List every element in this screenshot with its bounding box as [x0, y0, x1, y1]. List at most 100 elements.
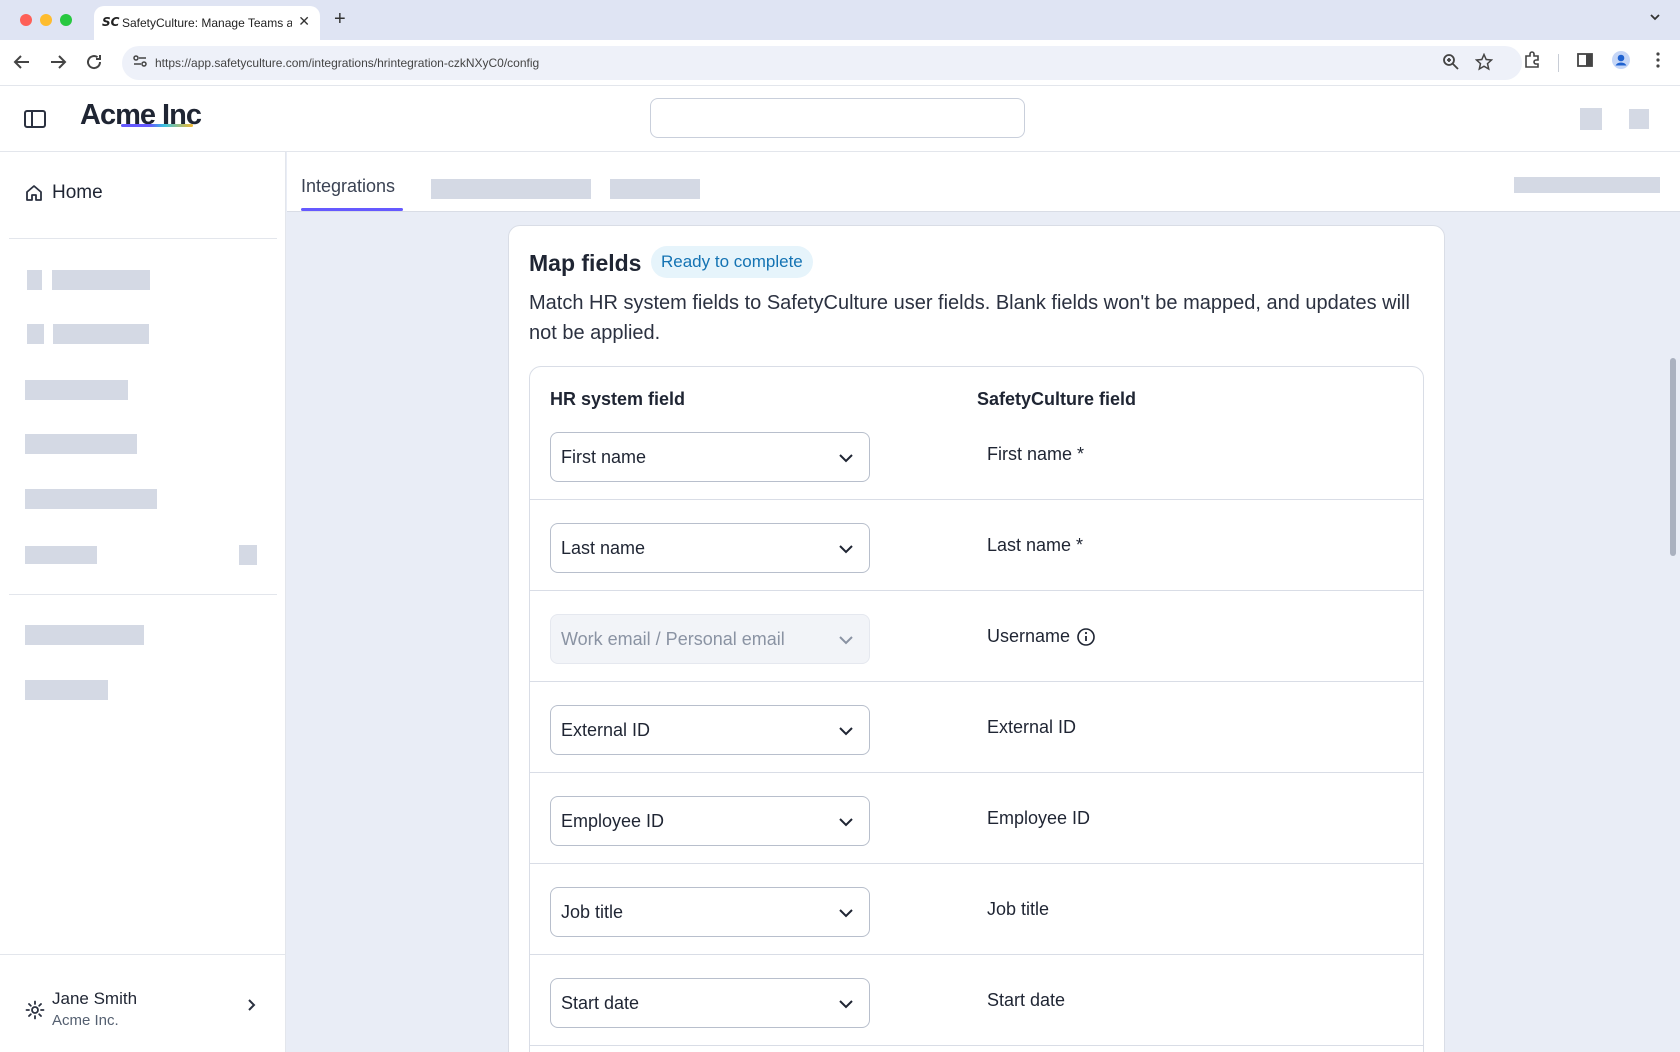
hr-field-select-disabled: Work email / Personal email [550, 614, 870, 664]
new-tab-button[interactable]: + [334, 8, 346, 31]
map-fields-card: Map fields Ready to complete Match HR sy… [508, 225, 1445, 1052]
sidebar-placeholder-item[interactable] [25, 380, 128, 400]
mapping-row: External ID External ID [530, 682, 1423, 773]
browser-tab[interactable]: SC SafetyCulture: Manage Teams and... ✕ [94, 6, 320, 40]
home-icon [26, 185, 42, 201]
chevron-down-icon [839, 1000, 853, 1009]
mapping-row: Start date Start date [530, 955, 1423, 1046]
reload-icon[interactable] [82, 50, 106, 74]
sidebar-placeholder-badge [239, 545, 257, 565]
url-text: https://app.safetyculture.com/integratio… [155, 56, 540, 70]
search-input[interactable] [650, 98, 1025, 138]
column-header-hr: HR system field [550, 389, 686, 409]
extensions-puzzle-icon[interactable] [1522, 50, 1542, 70]
chevron-down-icon [839, 727, 853, 736]
chevron-down-icon [839, 909, 853, 918]
sidebar-placeholder-icon [27, 324, 44, 344]
browser-toolbar: https://app.safetyculture.com/integratio… [0, 40, 1680, 86]
user-menu[interactable]: Jane Smith Acme Inc. [0, 954, 286, 1052]
select-value: First name [561, 447, 647, 467]
window-close-button[interactable] [20, 14, 32, 26]
chevron-down-icon [839, 545, 853, 554]
gear-icon [25, 1000, 45, 1020]
field-label-text: Username [987, 626, 1071, 646]
zoom-icon[interactable] [1442, 53, 1460, 71]
sidebar-divider [9, 594, 277, 595]
field-label-text: External ID [987, 717, 1077, 737]
bookmark-star-icon[interactable] [1475, 53, 1493, 71]
field-mapping-table: HR system field SafetyCulture field Firs… [529, 366, 1424, 1052]
chevron-right-icon [248, 999, 256, 1011]
tab-bar: Integrations [287, 152, 1680, 212]
status-badge: Ready to complete [651, 246, 813, 278]
tab-placeholder[interactable] [610, 179, 700, 199]
tab-placeholder[interactable] [431, 179, 591, 199]
hr-field-select[interactable]: Last name [550, 523, 870, 573]
tab-close-icon[interactable]: ✕ [298, 13, 310, 30]
logo-underline [121, 124, 193, 127]
hr-field-select[interactable]: Employee ID [550, 796, 870, 846]
sidebar-placeholder-item[interactable] [25, 489, 157, 509]
site-settings-icon[interactable] [132, 53, 148, 69]
safetyculture-field-label: Last name * [987, 535, 1083, 556]
select-value: Last name [561, 538, 646, 558]
select-value: Job title [561, 902, 624, 922]
back-arrow-icon[interactable] [10, 50, 34, 74]
window-minimize-button[interactable] [40, 14, 52, 26]
toolbar-divider [1558, 54, 1559, 72]
safetyculture-field-label: First name * [987, 444, 1084, 465]
sidebar-toggle-icon[interactable] [24, 110, 46, 128]
hr-field-select[interactable]: First name [550, 432, 870, 482]
hr-field-select[interactable]: Start date [550, 978, 870, 1028]
page-scrollbar[interactable] [1666, 212, 1680, 1052]
browser-tab-title: SafetyCulture: Manage Teams and... [122, 16, 292, 30]
sidebar-placeholder-icon [27, 270, 42, 290]
mapping-row: First name First name * [530, 409, 1423, 500]
hr-field-select[interactable]: External ID [550, 705, 870, 755]
active-tab-indicator [301, 208, 403, 211]
safetyculture-favicon-icon: SC [102, 15, 120, 29]
header-action-placeholder[interactable] [1580, 108, 1602, 130]
select-value: Employee ID [561, 811, 665, 831]
header-action-placeholder[interactable] [1629, 109, 1649, 129]
side-panel-icon[interactable] [1575, 50, 1595, 70]
tab-bar-action-placeholder[interactable] [1514, 177, 1660, 193]
user-name: Jane Smith [52, 989, 138, 1008]
mapping-row: Work email / Personal email Username [530, 591, 1423, 682]
sidebar: Home Jane Smith Acme Inc. [0, 152, 286, 1052]
chevron-down-icon [839, 636, 853, 645]
window-maximize-button[interactable] [60, 14, 72, 26]
tab-search-chevron-icon[interactable] [1648, 10, 1662, 24]
field-label-text: Employee ID [987, 808, 1091, 828]
page-title: Map fields [529, 250, 642, 276]
sidebar-placeholder-item[interactable] [52, 270, 150, 290]
forward-arrow-icon[interactable] [46, 50, 70, 74]
field-label-text: Job title [987, 899, 1050, 919]
sidebar-item-home[interactable]: Home [24, 180, 103, 206]
profile-avatar-icon[interactable] [1611, 50, 1631, 70]
mapping-row: Last name Last name * [530, 500, 1423, 591]
sidebar-placeholder-item[interactable] [25, 434, 137, 454]
company-logo[interactable]: Acme Inc [80, 99, 202, 132]
address-bar[interactable]: https://app.safetyculture.com/integratio… [122, 46, 1522, 80]
field-label-text: Last name * [987, 535, 1084, 555]
sidebar-placeholder-item[interactable] [25, 625, 144, 645]
sidebar-placeholder-item[interactable] [25, 680, 108, 700]
sidebar-placeholder-item[interactable] [25, 546, 97, 564]
row-divider [530, 1045, 1423, 1046]
select-value: External ID [561, 720, 651, 740]
info-icon[interactable] [1076, 627, 1096, 647]
field-label-text: First name * [987, 444, 1085, 464]
column-header-safetyculture: SafetyCulture field [977, 389, 1137, 409]
sidebar-placeholder-item[interactable] [53, 324, 149, 344]
safetyculture-field-label: Job title [987, 899, 1049, 920]
chevron-down-icon [839, 454, 853, 463]
mapping-row: Job title Job title [530, 864, 1423, 955]
safetyculture-field-label: Start date [987, 990, 1065, 1011]
hr-field-select[interactable]: Job title [550, 887, 870, 937]
scrollbar-thumb[interactable] [1670, 358, 1676, 556]
safetyculture-field-label: Username [987, 626, 1096, 647]
chevron-down-icon [839, 818, 853, 827]
tab-integrations[interactable]: Integrations [301, 176, 395, 197]
browser-menu-icon[interactable] [1648, 50, 1668, 70]
